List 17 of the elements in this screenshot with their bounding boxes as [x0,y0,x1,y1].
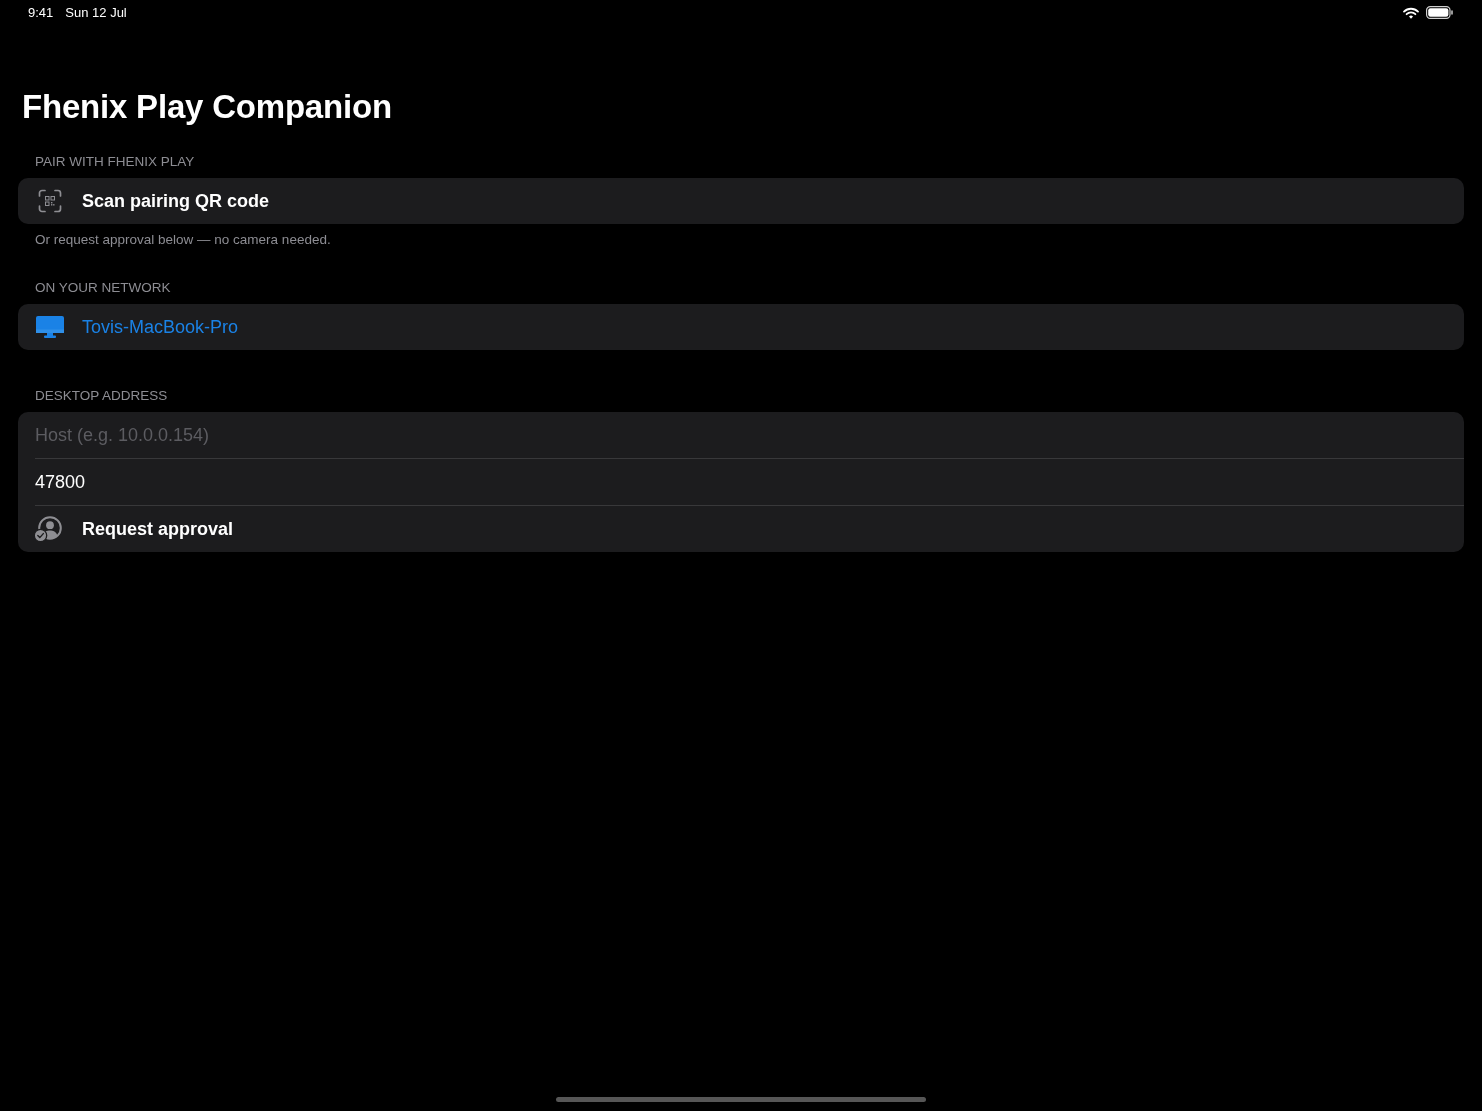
battery-icon [1426,6,1453,19]
section-footer: Or request approval below — no camera needed. [18,232,1464,248]
wifi-icon [1403,6,1419,19]
section-header: ON YOUR NETWORK [34,280,172,296]
text-field[interactable]: 47800 [18,459,1464,505]
scan-button[interactable]: Scan pairing QR code [18,178,1464,224]
status-time: 9:41 [28,5,54,20]
text-field[interactable]: Host (e.g. 10.0.0.154) [18,412,1464,458]
device-list-item[interactable]: Tovis-MacBook-Pro [18,304,1464,350]
approval-button[interactable]: Request approval [18,506,1464,552]
status-date: Sun 12 Jul [65,5,127,20]
qr-scan-icon [38,189,62,213]
section-header: DESKTOP ADDRESS [34,388,169,404]
monitor-icon [36,316,64,338]
page-title: Fhenix Play Companion [22,87,393,127]
person-check-icon [34,516,62,542]
section-header: PAIR WITH FHENIX PLAY [34,154,196,170]
